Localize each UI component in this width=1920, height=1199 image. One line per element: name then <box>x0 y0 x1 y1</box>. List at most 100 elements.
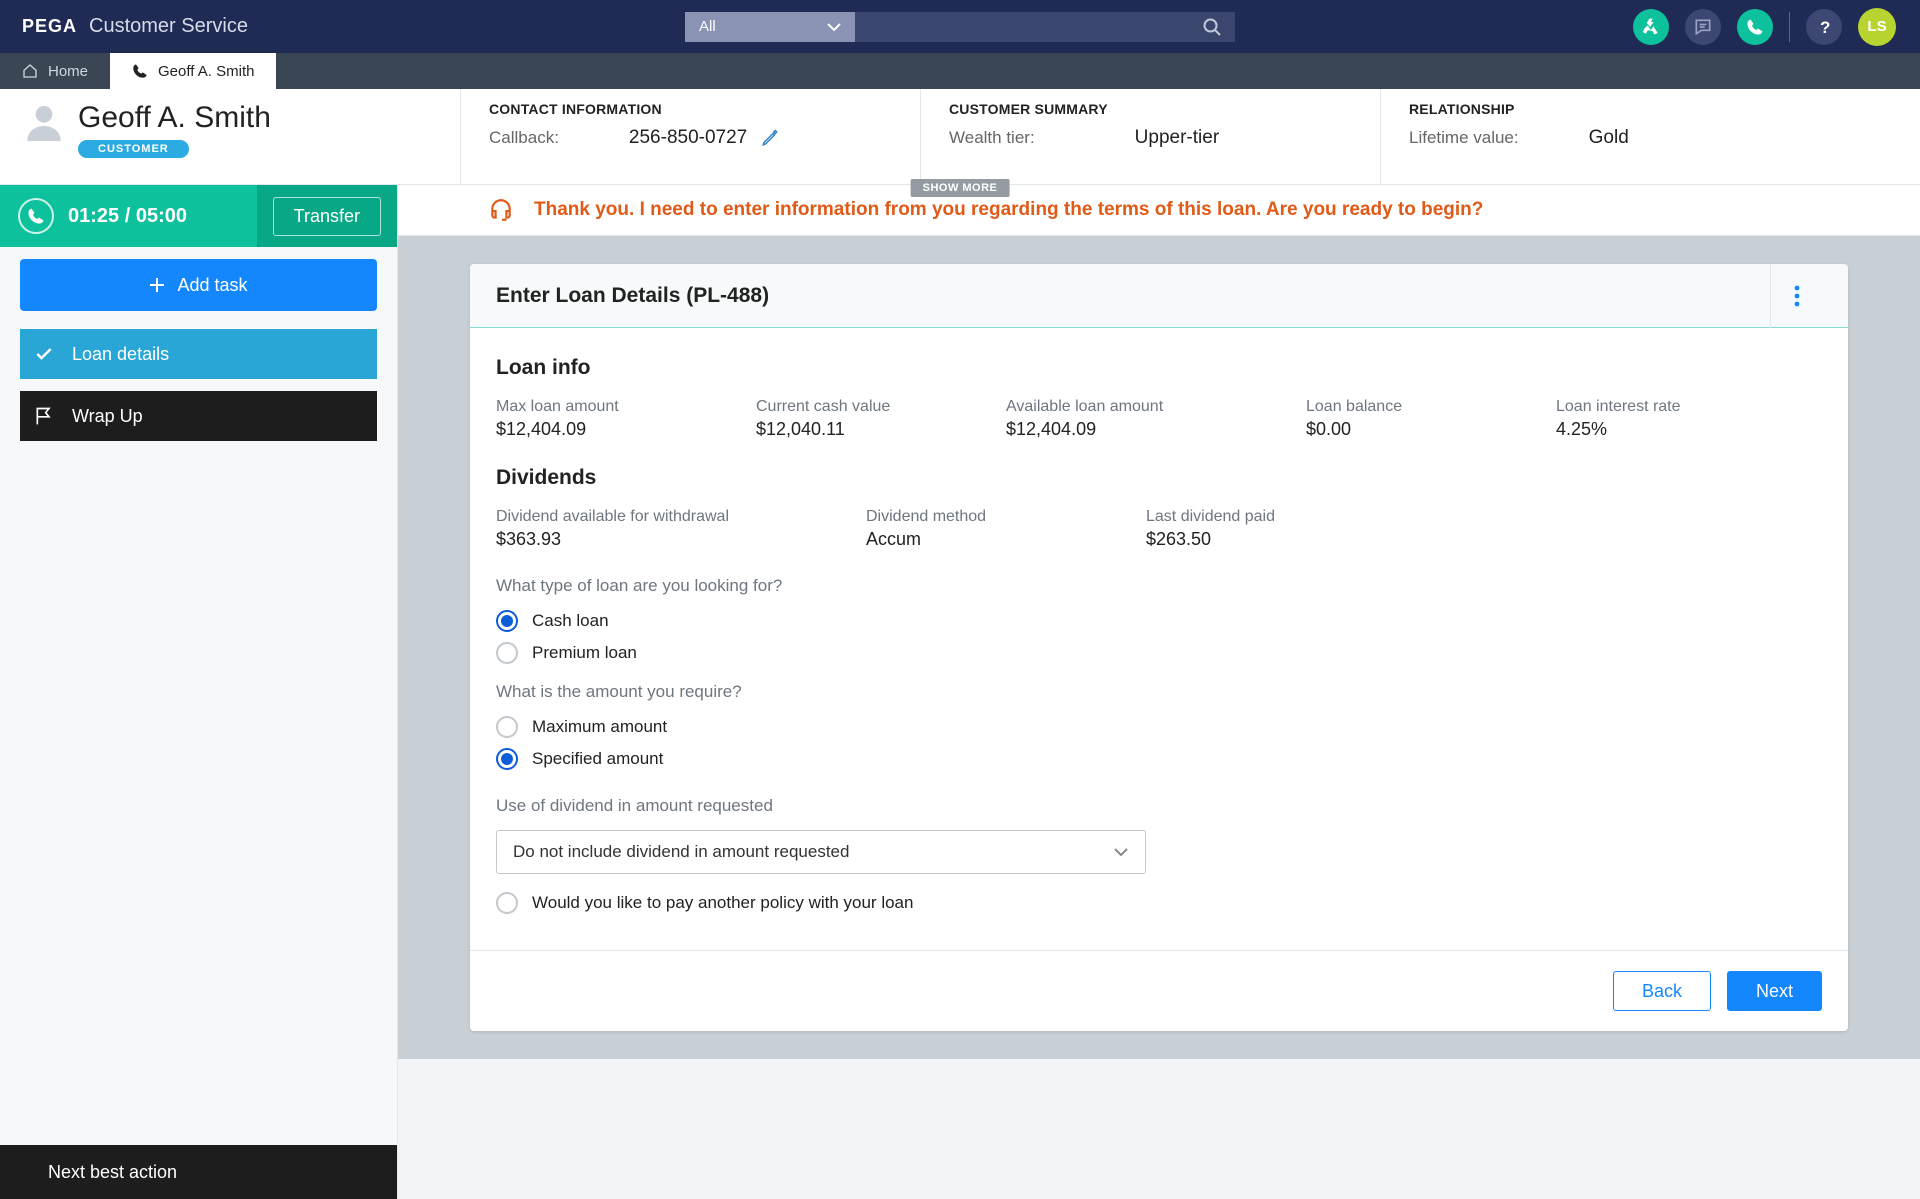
search-filter-dropdown[interactable]: All <box>685 12 855 42</box>
check-pay-other-policy[interactable]: Would you like to pay another policy wit… <box>496 892 1822 914</box>
div-last-value: $263.50 <box>1146 529 1406 550</box>
callback-label: Callback: <box>489 128 559 148</box>
task-wrap-label: Wrap Up <box>72 406 143 427</box>
balance-label: Loan balance <box>1306 398 1556 416</box>
summary-heading: CUSTOMER SUMMARY <box>949 101 1380 117</box>
tab-home[interactable]: Home <box>0 53 110 89</box>
pencil-icon <box>761 129 779 147</box>
div-method-value: Accum <box>866 529 1146 550</box>
radio-max-amount[interactable]: Maximum amount <box>496 716 1822 738</box>
max-loan-value: $12,404.09 <box>496 419 756 440</box>
tab-home-label: Home <box>48 63 88 80</box>
tab-customer[interactable]: Geoff A. Smith <box>110 53 276 89</box>
headset-icon <box>488 197 514 223</box>
relationship-heading: RELATIONSHIP <box>1409 101 1800 117</box>
checkbox-icon <box>496 892 518 914</box>
plus-icon <box>149 277 165 293</box>
div-method-label: Dividend method <box>866 508 1146 526</box>
rate-value: 4.25% <box>1556 419 1776 440</box>
radio-dot-icon <box>496 748 518 770</box>
script-text: Thank you. I need to enter information f… <box>534 199 1483 221</box>
dividend-use-value: Do not include dividend in amount reques… <box>513 842 849 862</box>
add-task-button[interactable]: Add task <box>20 259 377 311</box>
radio-dot-icon <box>496 716 518 738</box>
call-timer: 01:25 / 05:00 <box>68 205 187 228</box>
person-icon <box>24 101 64 141</box>
call-timer-icon <box>18 198 54 234</box>
kebab-icon <box>1794 285 1800 307</box>
radio-premium-label: Premium loan <box>532 643 637 663</box>
search-icon[interactable] <box>1203 18 1221 36</box>
radio-cash-label: Cash loan <box>532 611 609 631</box>
user-avatar[interactable]: LS <box>1858 8 1896 46</box>
check-pay-other-label: Would you like to pay another policy wit… <box>532 893 913 913</box>
loan-type-question: What type of loan are you looking for? <box>496 576 1822 596</box>
svg-text:?: ? <box>1820 18 1830 36</box>
chat-icon <box>1693 17 1713 37</box>
cash-value-value: $12,040.11 <box>756 419 1006 440</box>
wealth-label: Wealth tier: <box>949 128 1035 148</box>
recycle-button[interactable] <box>1633 9 1669 45</box>
check-icon <box>34 344 54 364</box>
recycle-icon <box>1641 17 1661 37</box>
card-title: Enter Loan Details (PL-488) <box>496 284 769 308</box>
avail-loan-label: Available loan amount <box>1006 398 1306 416</box>
question-icon: ? <box>1819 18 1830 36</box>
radio-cash-loan[interactable]: Cash loan <box>496 610 1822 632</box>
card-actions-menu[interactable] <box>1770 264 1822 328</box>
tab-customer-label: Geoff A. Smith <box>158 63 254 80</box>
edit-callback-button[interactable] <box>761 129 779 147</box>
wealth-value: Upper-tier <box>1135 127 1219 149</box>
back-button[interactable]: Back <box>1613 971 1711 1011</box>
callback-value: 256-850-0727 <box>629 127 747 149</box>
cash-value-label: Current cash value <box>756 398 1006 416</box>
radio-premium-loan[interactable]: Premium loan <box>496 642 1822 664</box>
global-search[interactable]: All <box>685 12 1235 42</box>
customer-name: Geoff A. Smith <box>78 101 271 134</box>
flag-icon <box>34 406 54 426</box>
amount-question: What is the amount you require? <box>496 682 1822 702</box>
divider <box>1789 12 1790 42</box>
brand-logo: PEGA <box>22 16 77 37</box>
radio-spec-label: Specified amount <box>532 749 663 769</box>
dividend-use-select[interactable]: Do not include dividend in amount reques… <box>496 830 1146 874</box>
chevron-down-icon <box>827 23 841 31</box>
home-icon <box>22 63 38 79</box>
next-button[interactable]: Next <box>1727 971 1822 1011</box>
radio-specified-amount[interactable]: Specified amount <box>496 748 1822 770</box>
task-loan-details[interactable]: Loan details <box>20 329 377 379</box>
div-last-label: Last dividend paid <box>1146 508 1406 526</box>
ltv-label: Lifetime value: <box>1409 128 1519 148</box>
avail-loan-value: $12,404.09 <box>1006 419 1306 440</box>
task-wrap-up[interactable]: Wrap Up <box>20 391 377 441</box>
radio-max-label: Maximum amount <box>532 717 667 737</box>
radio-dot-icon <box>496 610 518 632</box>
div-avail-value: $363.93 <box>496 529 866 550</box>
dividend-use-question: Use of dividend in amount requested <box>496 796 1822 816</box>
search-input[interactable] <box>855 12 1235 42</box>
dividends-heading: Dividends <box>496 466 1822 490</box>
help-button[interactable]: ? <box>1806 9 1842 45</box>
messages-button[interactable] <box>1685 9 1721 45</box>
max-loan-label: Max loan amount <box>496 398 756 416</box>
transfer-button[interactable]: Transfer <box>273 197 381 236</box>
phone-small-icon <box>132 63 148 79</box>
div-avail-label: Dividend available for withdrawal <box>496 508 866 526</box>
radio-dot-icon <box>496 642 518 664</box>
rate-label: Loan interest rate <box>1556 398 1776 416</box>
customer-badge: CUSTOMER <box>78 140 189 158</box>
brand-title: Customer Service <box>89 15 248 38</box>
call-button[interactable] <box>1737 9 1773 45</box>
show-more-button[interactable]: SHOW MORE <box>911 179 1010 197</box>
task-loan-label: Loan details <box>72 344 169 365</box>
loan-info-heading: Loan info <box>496 356 1822 380</box>
chevron-down-icon <box>1113 847 1129 857</box>
phone-icon <box>1746 18 1764 36</box>
ltv-value: Gold <box>1589 127 1629 149</box>
contact-heading: CONTACT INFORMATION <box>489 101 920 117</box>
search-filter-value: All <box>699 18 716 35</box>
phone-icon <box>27 207 45 225</box>
next-best-action-bar[interactable]: Next best action <box>0 1145 397 1199</box>
script-suggestion: Thank you. I need to enter information f… <box>398 185 1920 236</box>
add-task-label: Add task <box>177 275 247 296</box>
